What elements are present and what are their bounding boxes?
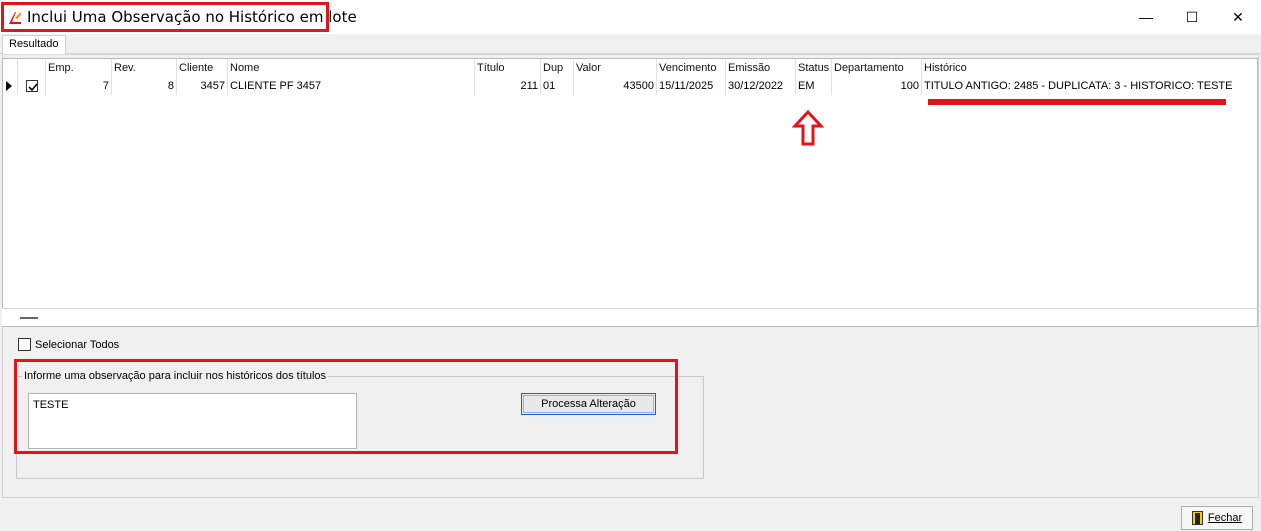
cell-valor: 43500 [574, 77, 657, 95]
cell-rev: 8 [112, 77, 177, 95]
col-header-historico[interactable]: Histórico [922, 59, 1257, 77]
col-header-vencimento[interactable]: Vencimento [657, 59, 726, 77]
col-header-emissao[interactable]: Emissão [726, 59, 796, 77]
checkmark-icon [28, 83, 38, 92]
cell-status: EM [796, 77, 832, 95]
splitter-handle[interactable] [20, 317, 38, 319]
cell-titulo: 211 [475, 77, 541, 95]
close-button[interactable]: ✕ [1215, 0, 1261, 34]
observation-annotation-box [14, 359, 678, 454]
row-indicator-cell [3, 77, 18, 95]
cell-emp: 7 [46, 77, 112, 95]
cell-emissao: 30/12/2022 [726, 77, 796, 95]
cell-vencimento: 15/11/2025 [657, 77, 726, 95]
cell-historico: TITULO ANTIGO: 2485 - DUPLICATA: 3 - HIS… [924, 80, 1233, 92]
tab-resultado[interactable]: Resultado [2, 35, 66, 55]
tab-strip: Resultado [0, 34, 1261, 55]
col-header-titulo[interactable]: Título [475, 59, 541, 77]
col-header-rev[interactable]: Rev. [112, 59, 177, 77]
exit-door-icon [1191, 511, 1203, 525]
row-select-cell[interactable] [18, 77, 46, 95]
col-header-nome[interactable]: Nome [228, 59, 475, 77]
row-indicator-icon [6, 81, 12, 91]
historico-underline-annotation [928, 99, 1226, 105]
cell-nome: CLIENTE PF 3457 [228, 77, 475, 95]
row-checkbox[interactable] [26, 80, 38, 92]
maximize-button[interactable]: ☐ [1169, 0, 1215, 34]
cell-dup: 01 [541, 77, 574, 95]
up-arrow-annotation-icon [792, 109, 824, 146]
cell-departamento: 100 [832, 77, 922, 95]
col-header-departamento[interactable]: Departamento [832, 59, 922, 77]
check-header [18, 59, 46, 77]
select-all-label: Selecionar Todos [35, 338, 120, 351]
col-header-emp[interactable]: Emp. [46, 59, 112, 77]
grid-footer [2, 308, 1257, 326]
col-header-cliente[interactable]: Cliente [177, 59, 228, 77]
fechar-button[interactable]: Fechar [1181, 506, 1253, 530]
col-header-dup[interactable]: Dup [541, 59, 574, 77]
select-all-box[interactable] [18, 338, 31, 351]
fechar-label: Fechar [1207, 512, 1243, 524]
minimize-button[interactable]: — [1123, 0, 1169, 34]
col-header-status[interactable]: Status [796, 59, 832, 77]
title-annotation-box [1, 2, 329, 32]
select-all-checkbox[interactable]: Selecionar Todos [18, 338, 119, 351]
indicator-header [3, 59, 18, 77]
col-header-valor[interactable]: Valor [574, 59, 657, 77]
cell-cliente: 3457 [177, 77, 228, 95]
